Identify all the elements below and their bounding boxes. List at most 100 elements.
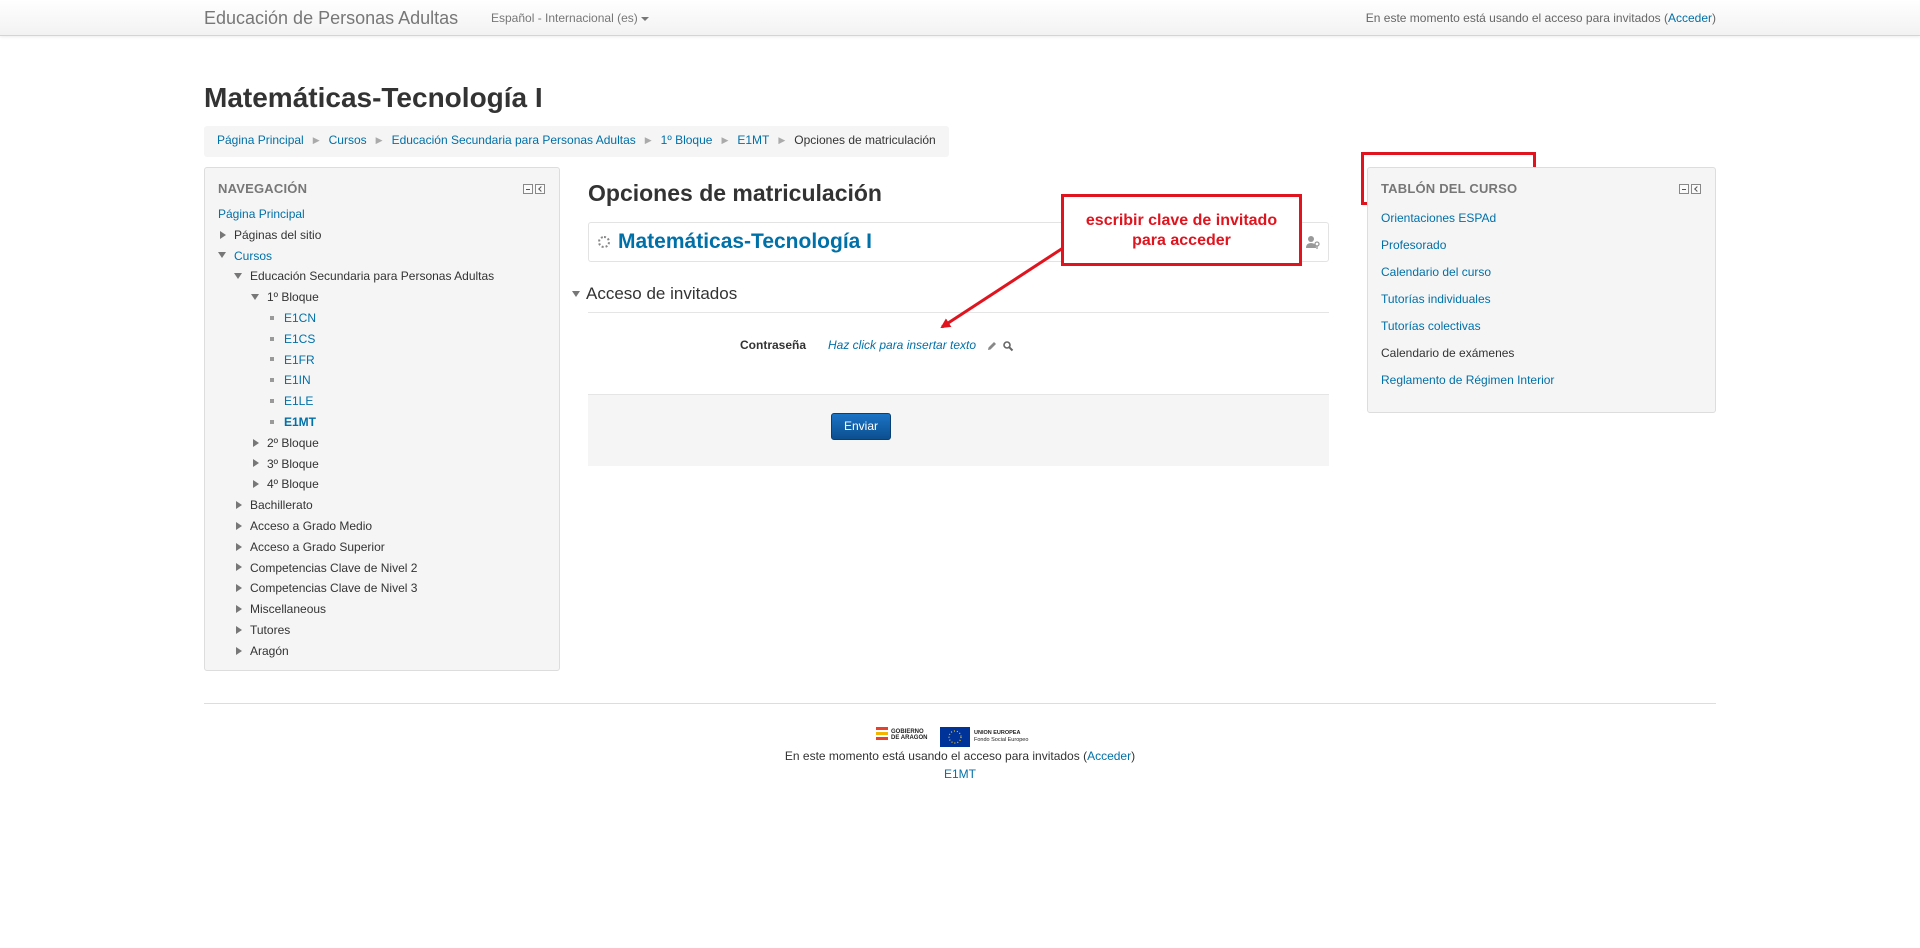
nav-item[interactable]: Educación Secundaria para Personas Adult… <box>218 266 494 287</box>
reveal-password-icon[interactable] <box>1002 340 1014 352</box>
pencil-icon[interactable] <box>986 340 998 352</box>
collapsed-caret-icon[interactable] <box>236 521 242 530</box>
language-menu[interactable]: Español - Internacional (es) <box>491 11 649 25</box>
nav-item-label[interactable]: E1CS <box>284 332 315 346</box>
breadcrumb-separator-icon: ▶ <box>644 135 652 145</box>
nav-item[interactable]: Cursos <box>218 246 494 267</box>
nav-item[interactable]: 3º Bloque <box>218 454 494 475</box>
tablon-item[interactable]: Reglamento de Régimen Interior <box>1381 371 1554 398</box>
nav-item[interactable]: E1IN <box>218 370 494 391</box>
tablon-item[interactable]: Calendario del curso <box>1381 263 1554 290</box>
nav-item-label: 2º Bloque <box>267 435 319 450</box>
nav-item[interactable]: Miscellaneous <box>218 599 494 620</box>
nav-item[interactable]: 4º Bloque <box>218 474 494 495</box>
breadcrumb-block[interactable]: 1º Bloque <box>661 133 713 147</box>
bullet-icon <box>270 315 274 320</box>
bullet-icon <box>270 357 274 362</box>
nav-item[interactable]: Tutores <box>218 620 494 641</box>
collapsed-caret-icon[interactable] <box>236 625 242 634</box>
breadcrumb-home[interactable]: Página Principal <box>217 133 304 147</box>
nav-item[interactable]: Acceso a Grado Superior <box>218 537 494 558</box>
nav-item[interactable]: 2º Bloque <box>218 433 494 454</box>
login-link[interactable]: Acceder <box>1668 11 1712 25</box>
expanded-caret-icon[interactable] <box>251 294 259 301</box>
nav-item-label[interactable]: E1LE <box>284 394 313 408</box>
nav-item-label[interactable]: Página Principal <box>218 207 305 221</box>
footer-logos: GOBIERNO DE ARAGON UNION EUROPEA Fondo S… <box>876 727 1028 747</box>
bullet-icon <box>270 419 274 424</box>
tablon-item: Calendario de exámenes <box>1381 346 1515 360</box>
site-brand[interactable]: Educación de Personas Adultas <box>204 8 458 29</box>
footer-login-suffix: ) <box>1131 749 1136 763</box>
nav-item[interactable]: E1CS <box>218 329 494 350</box>
breadcrumb-category[interactable]: Educación Secundaria para Personas Adult… <box>392 133 636 147</box>
tablon-item[interactable]: Tutorías individuales <box>1381 290 1554 317</box>
password-field[interactable]: Haz click para insertar texto <box>828 338 976 352</box>
dock-block-icon[interactable] <box>535 184 545 194</box>
collapsed-caret-icon[interactable] <box>253 438 259 447</box>
collapsed-caret-icon[interactable] <box>236 646 242 655</box>
nav-item-label: Tutores <box>250 622 291 637</box>
nav-item-label: Competencias Clave de Nivel 3 <box>250 581 418 596</box>
breadcrumb-separator-icon: ▶ <box>375 135 383 145</box>
nav-item-label[interactable]: E1MT <box>284 415 316 429</box>
navigation-block-title: NAVEGACIÓN <box>218 181 308 196</box>
expanded-caret-icon[interactable] <box>234 273 242 280</box>
password-field-icons <box>986 340 1014 355</box>
nav-item[interactable]: Página Principal <box>218 204 494 225</box>
nav-item[interactable]: Aragón <box>218 641 494 662</box>
nav-item[interactable]: Bachillerato <box>218 495 494 516</box>
form-actions: Enviar <box>588 394 1329 466</box>
guest-access-icon <box>1306 236 1320 249</box>
collapsed-caret-icon[interactable] <box>236 500 242 509</box>
collapse-block-icon[interactable] <box>523 184 533 194</box>
breadcrumb-course[interactable]: E1MT <box>737 133 769 147</box>
navigation-tree: Página Principal Páginas del sitio Cursos E… <box>218 204 494 662</box>
gobierno-aragon-logo: GOBIERNO DE ARAGON <box>876 727 927 741</box>
collapsed-caret-icon[interactable] <box>236 584 242 593</box>
tablon-block: TABLÓN DEL CURSO Orientaciones ESPAd Prof… <box>1367 167 1716 413</box>
nav-item-label: 3º Bloque <box>267 456 319 471</box>
tablon-item[interactable]: Orientaciones ESPAd <box>1381 209 1554 236</box>
collapsed-caret-icon[interactable] <box>236 542 242 551</box>
nav-item-label[interactable]: E1IN <box>284 373 311 387</box>
nav-item-label[interactable]: Cursos <box>234 249 272 263</box>
language-label: Español - Internacional (es) <box>491 11 638 25</box>
collapsed-caret-icon[interactable] <box>236 604 242 613</box>
tablon-item[interactable]: Tutorías colectivas <box>1381 317 1554 344</box>
submit-button[interactable]: Enviar <box>831 413 892 440</box>
nav-item[interactable]: E1CN <box>218 308 494 329</box>
expanded-caret-icon[interactable] <box>218 252 226 259</box>
union-europea-logo: UNION EUROPEA Fondo Social Europeo <box>940 727 1028 747</box>
collapsed-caret-icon[interactable] <box>253 480 259 489</box>
bullet-icon <box>270 399 274 403</box>
nav-item[interactable]: E1LE <box>218 391 494 412</box>
guest-access-section-toggle[interactable]: Acceso de invitados <box>572 284 737 304</box>
nav-item-label[interactable]: E1FR <box>284 353 315 367</box>
nav-item[interactable]: E1MT <box>218 412 494 433</box>
bullet-icon <box>270 336 274 341</box>
footer-login-link[interactable]: Acceder <box>1087 749 1131 763</box>
dock-block-icon[interactable] <box>1691 184 1701 194</box>
collapse-section-icon <box>572 290 580 297</box>
nav-item[interactable]: Competencias Clave de Nivel 2 <box>218 558 494 579</box>
enrolment-heading: Opciones de matriculación <box>588 180 882 206</box>
nav-item[interactable]: Páginas del sitio <box>218 225 494 246</box>
collapse-block-icon[interactable] <box>1679 184 1689 194</box>
nav-item[interactable]: 1º Bloque <box>218 287 494 308</box>
footer-course-link[interactable]: E1MT <box>944 767 976 781</box>
tablon-item[interactable]: Profesorado <box>1381 236 1554 263</box>
breadcrumb-cursos[interactable]: Cursos <box>329 133 367 147</box>
course-name-link[interactable]: Matemáticas-Tecnología I <box>618 230 872 254</box>
collapsed-caret-icon[interactable] <box>220 230 226 239</box>
nav-item-label: Educación Secundaria para Personas Adult… <box>250 269 495 284</box>
breadcrumb-separator-icon: ▶ <box>778 135 786 145</box>
nav-item[interactable]: Acceso a Grado Medio <box>218 516 494 537</box>
collapsed-caret-icon[interactable] <box>253 459 259 468</box>
tablon-block-title: TABLÓN DEL CURSO <box>1381 181 1518 196</box>
collapsed-caret-icon[interactable] <box>236 563 242 572</box>
breadcrumb-separator-icon: ▶ <box>721 135 729 145</box>
nav-item[interactable]: Competencias Clave de Nivel 3 <box>218 578 494 599</box>
nav-item-label[interactable]: E1CN <box>284 311 316 325</box>
nav-item[interactable]: E1FR <box>218 350 494 371</box>
